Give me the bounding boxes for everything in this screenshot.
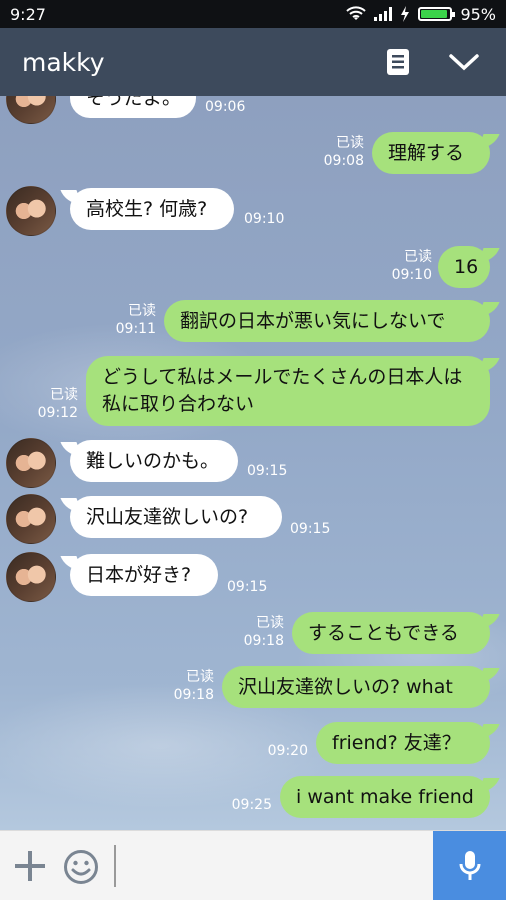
- contact-avatar[interactable]: [6, 438, 56, 488]
- charging-icon: [401, 6, 410, 22]
- message-meta: 已读 09:18: [150, 668, 214, 704]
- message-time: 09:25: [231, 797, 272, 813]
- chat-message-list[interactable]: そうだよ。 09:06 已读 09:08 理解する 高校生? 何歳? 09:10…: [0, 96, 506, 830]
- message-text: どうして私はメールでたくさんの日本人は私に取り合わない: [102, 366, 463, 415]
- outgoing-message-bubble[interactable]: 沢山友達欲しいの? what: [222, 666, 490, 708]
- message-text: することもできる: [308, 621, 459, 644]
- status-time: 9:27: [10, 4, 46, 24]
- chat-title: makky: [22, 47, 105, 77]
- read-receipt: 已读: [186, 669, 214, 685]
- incoming-message-bubble[interactable]: そうだよ。: [70, 96, 196, 118]
- plus-icon: [15, 851, 45, 881]
- signal-icon: [374, 7, 393, 21]
- message-meta: 09:25: [208, 796, 272, 814]
- message-text: 16: [454, 255, 479, 278]
- message-time: 09:15: [247, 463, 288, 479]
- incoming-message-bubble[interactable]: 難しいのかも。: [70, 440, 238, 482]
- message-time: 09:10: [391, 267, 432, 283]
- status-icons: 95%: [346, 5, 496, 24]
- message-meta: 09:20: [244, 742, 308, 760]
- incoming-message-bubble[interactable]: 高校生? 何歳?: [70, 188, 234, 230]
- outgoing-message-bubble[interactable]: 理解する: [372, 132, 490, 174]
- notes-icon: [387, 49, 409, 75]
- message-text: 翻訳の日本が悪い気にしないで: [180, 309, 446, 332]
- message-time: 09:15: [227, 579, 268, 595]
- wifi-icon: [346, 6, 367, 20]
- message-meta: 已读 09:18: [220, 614, 284, 650]
- message-time: 09:10: [244, 211, 285, 227]
- message-meta: 已读 09:12: [14, 386, 78, 422]
- read-receipt: 已读: [336, 135, 364, 151]
- read-receipt: 已读: [50, 387, 78, 403]
- battery-percent: 95%: [460, 4, 496, 24]
- message-text: friend? 友達？: [332, 731, 461, 754]
- smiley-icon: [64, 850, 98, 884]
- message-time: 09:15: [290, 521, 331, 537]
- outgoing-message-bubble[interactable]: 翻訳の日本が悪い気にしないで: [164, 300, 490, 342]
- notes-button[interactable]: [378, 42, 418, 82]
- message-text: 沢山友達欲しいの? what: [238, 675, 453, 698]
- outgoing-message-bubble[interactable]: i want make friend: [280, 776, 490, 818]
- message-text: i want make friend: [296, 785, 474, 808]
- contact-avatar[interactable]: [6, 96, 56, 124]
- read-receipt: 已读: [256, 615, 284, 631]
- expand-menu-button[interactable]: [444, 42, 484, 82]
- contact-avatar[interactable]: [6, 494, 56, 544]
- message-text: 高校生? 何歳?: [86, 197, 208, 220]
- message-time: 09:18: [173, 687, 214, 703]
- message-text: 沢山友達欲しいの?: [86, 505, 249, 528]
- read-receipt: 已读: [404, 249, 432, 265]
- microphone-icon: [459, 851, 480, 880]
- voice-input-button[interactable]: [433, 831, 506, 900]
- message-time: 09:18: [243, 633, 284, 649]
- message-meta: 已读 09:11: [96, 302, 156, 338]
- chevron-down-icon: [449, 54, 479, 71]
- message-text: 日本が好き?: [86, 563, 192, 586]
- message-text: そうだよ。: [86, 96, 182, 109]
- chat-header: makky: [0, 28, 506, 96]
- emoji-button[interactable]: [63, 849, 99, 885]
- message-meta: 已读 09:08: [300, 134, 364, 170]
- message-meta: 已读 09:10: [368, 248, 432, 284]
- message-time: 09:08: [323, 153, 364, 169]
- read-receipt: 已读: [128, 303, 156, 319]
- battery-icon: [418, 7, 456, 21]
- incoming-message-bubble[interactable]: 日本が好き?: [70, 554, 218, 596]
- contact-avatar[interactable]: [6, 552, 56, 602]
- message-time: 09:20: [267, 743, 308, 759]
- incoming-message-bubble[interactable]: 沢山友達欲しいの?: [70, 496, 282, 538]
- message-text: 難しいのかも。: [86, 449, 220, 472]
- message-text: 理解する: [388, 141, 465, 164]
- add-attachment-button[interactable]: [14, 850, 46, 882]
- outgoing-message-bubble[interactable]: することもできる: [292, 612, 490, 654]
- message-time: 09:11: [115, 321, 156, 337]
- outgoing-message-bubble[interactable]: 16: [438, 246, 490, 288]
- message-time: 09:06: [205, 99, 246, 115]
- status-bar: 9:27 95%: [0, 0, 506, 28]
- message-input-bar: [0, 830, 506, 900]
- contact-avatar[interactable]: [6, 186, 56, 236]
- message-time: 09:12: [37, 405, 78, 421]
- outgoing-message-bubble[interactable]: friend? 友達？: [316, 722, 490, 764]
- message-text-input[interactable]: [114, 845, 424, 887]
- outgoing-message-bubble[interactable]: どうして私はメールでたくさんの日本人は私に取り合わない: [86, 356, 490, 426]
